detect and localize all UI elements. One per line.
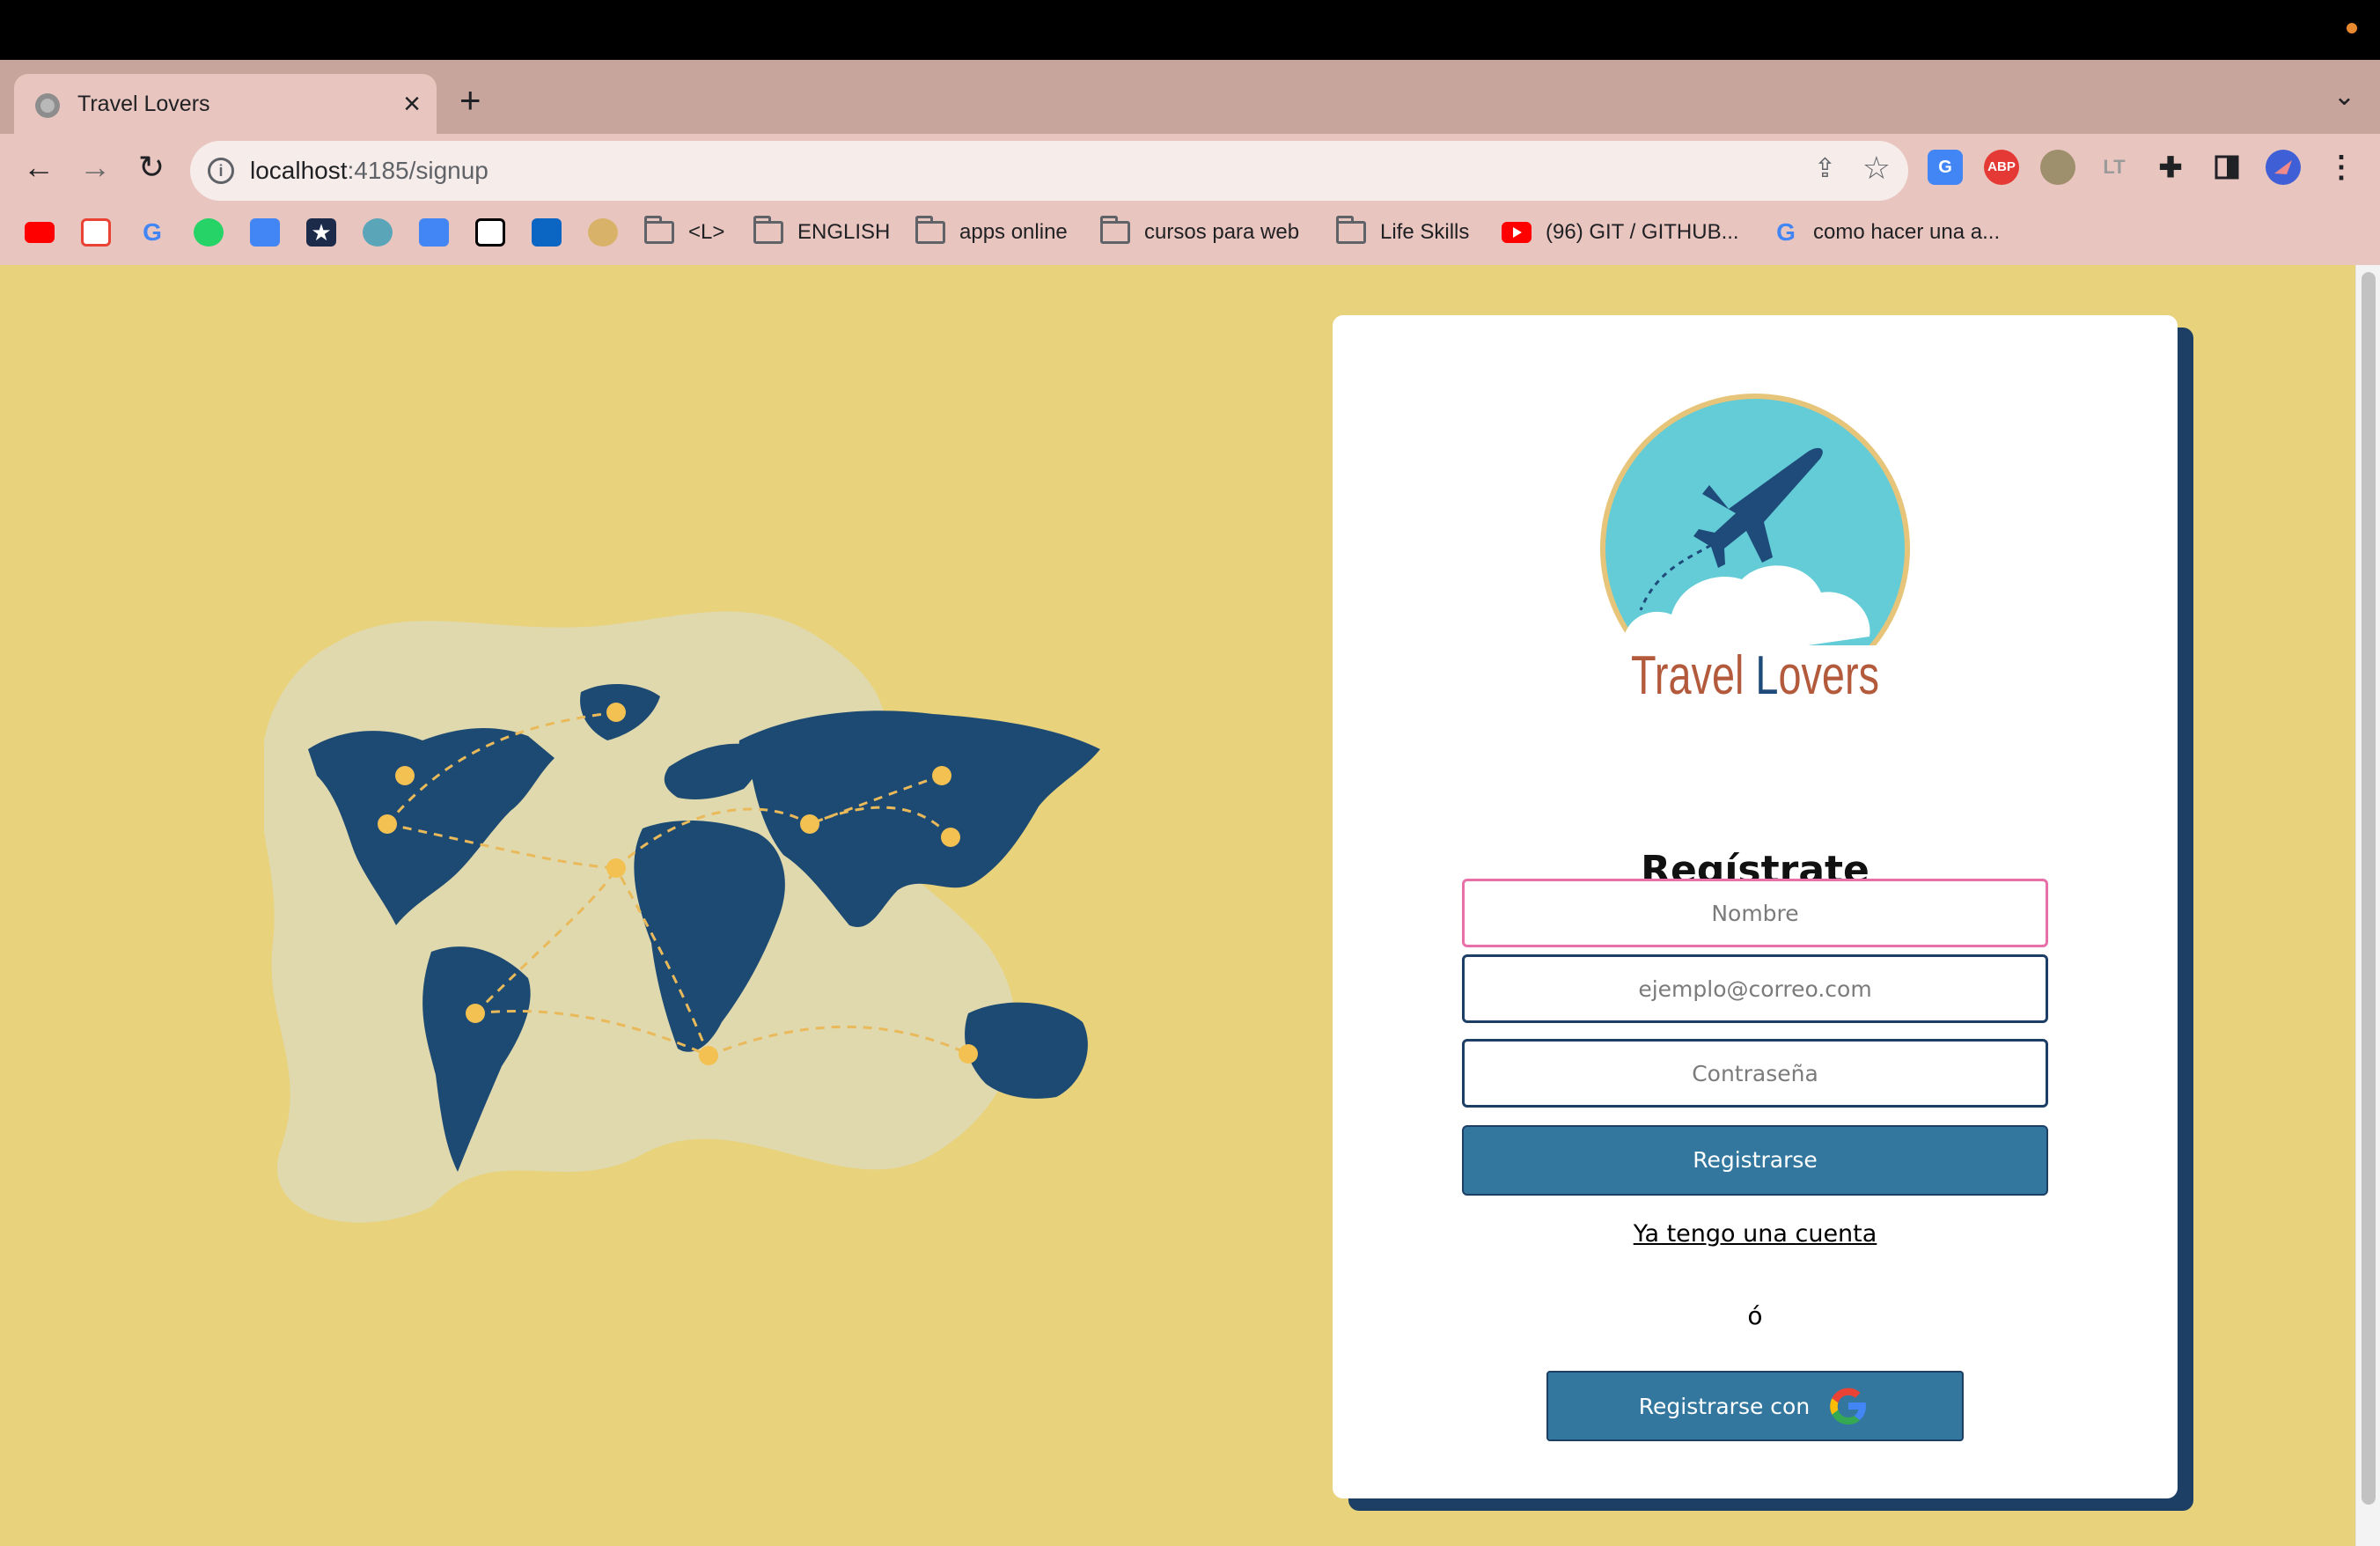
bookmark-folder-english[interactable]: ENGLISH — [753, 215, 890, 250]
browser-menu-icon[interactable]: ⋮ — [2324, 150, 2359, 185]
bookmark-folder-cursos[interactable]: cursos para web — [1100, 215, 1299, 250]
page-content: Travel Lovers Regístrate Registrarse Ya … — [0, 265, 2355, 1546]
login-link[interactable]: Ya tengo una cuenta — [1634, 1220, 1877, 1248]
folder-icon — [1100, 216, 1130, 244]
address-bar[interactable]: i localhost:4185/signup ⇪ ☆ — [190, 141, 1908, 201]
google-signup-label: Registrarse con — [1638, 1393, 1811, 1419]
scrollbar-thumb[interactable] — [2362, 272, 2376, 1505]
name-field[interactable] — [1462, 879, 2048, 947]
bookmark-folder-life-skills[interactable]: Life Skills — [1336, 215, 1469, 250]
google-signup-button[interactable]: Registrarse con — [1546, 1371, 1964, 1441]
folder-icon — [1336, 216, 1366, 244]
share-icon[interactable]: ⇪ — [1814, 153, 1836, 184]
navigation-row: ← → ↻ i localhost:4185/signup ⇪ ☆ G ABP … — [0, 134, 2380, 201]
back-arrow-icon[interactable]: ← — [14, 143, 63, 192]
youtube-icon — [1502, 222, 1532, 243]
google-translate-icon[interactable]: G — [1928, 150, 1963, 185]
check-bookmark-icon[interactable] — [363, 218, 393, 247]
folder-icon — [753, 216, 783, 244]
google-bookmark-icon[interactable]: G — [137, 218, 167, 247]
bookmark-folder-apps-online[interactable]: apps online — [915, 215, 1068, 250]
bookmark-como-hacer[interactable]: Gcomo hacer una a... — [1773, 215, 2000, 250]
calendar-bookmark-icon[interactable] — [419, 218, 449, 247]
active-tab[interactable]: Travel Lovers × — [14, 74, 437, 134]
svg-text:Travel Lovers: Travel Lovers — [1631, 645, 1879, 706]
profile-avatar-icon[interactable] — [2266, 150, 2301, 185]
bookmark-folder-l[interactable]: <L> — [644, 215, 724, 250]
translate-bookmark-icon[interactable] — [250, 218, 280, 247]
google-icon: G — [1776, 218, 1796, 246]
owl-extension-icon[interactable] — [2040, 150, 2075, 185]
email-field[interactable] — [1462, 954, 2048, 1023]
adblock-plus-icon[interactable]: ABP — [1984, 150, 2019, 185]
google-g-icon — [1830, 1388, 1867, 1425]
forward-arrow-icon[interactable]: → — [70, 143, 120, 192]
notification-dot — [2347, 23, 2357, 33]
whatsapp-bookmark-icon[interactable] — [194, 218, 224, 247]
bookmark-git-github[interactable]: (96) GIT / GITHUB... — [1502, 215, 1739, 250]
globe-favicon-icon — [35, 93, 60, 118]
notion-bookmark-icon[interactable] — [475, 218, 505, 247]
browser-chrome: Travel Lovers × + ⌄ ← → ↻ i localhost:41… — [0, 60, 2380, 265]
gmail-bookmark-icon[interactable] — [81, 218, 111, 247]
youtube-bookmark-icon[interactable] — [25, 222, 55, 243]
folder-icon — [644, 216, 674, 244]
password-field[interactable] — [1462, 1039, 2048, 1108]
linkedin-bookmark-icon[interactable] — [532, 218, 562, 247]
site-info-icon[interactable]: i — [208, 158, 234, 184]
travel-lovers-logo: Travel Lovers — [1597, 394, 1914, 707]
languagetool-icon[interactable]: LT — [2097, 150, 2132, 185]
url-text[interactable]: localhost:4185/signup — [250, 157, 488, 185]
tab-strip: Travel Lovers × + ⌄ — [0, 60, 2380, 134]
folder-icon — [915, 216, 945, 244]
or-separator: ó — [1747, 1301, 1763, 1330]
bookmark-star-icon[interactable]: ☆ — [1862, 150, 1891, 187]
puzzle-extensions-icon[interactable]: ✚ — [2153, 150, 2188, 185]
tab-search-chevron-icon[interactable]: ⌄ — [2333, 81, 2355, 112]
system-top-bar — [0, 0, 2380, 60]
register-button[interactable]: Registrarse — [1462, 1125, 2048, 1196]
reload-icon[interactable]: ↻ — [127, 143, 176, 192]
page-scrollbar[interactable] — [2355, 265, 2380, 1546]
bookmarks-bar: G ★ <L> ENGLISH apps online cursos para … — [0, 201, 2380, 265]
signup-card: Travel Lovers Regístrate Registrarse Ya … — [1333, 315, 2178, 1498]
tab-close-icon[interactable]: × — [403, 86, 421, 121]
world-map-illustration — [264, 611, 1100, 1223]
avatar-bookmark-icon[interactable] — [588, 218, 618, 247]
tab-title: Travel Lovers — [77, 92, 210, 116]
new-tab-button[interactable]: + — [459, 82, 481, 119]
star-bookmark-icon[interactable]: ★ — [306, 218, 336, 247]
side-panel-icon[interactable] — [2209, 150, 2244, 185]
login-link-wrap: Ya tengo una cuenta — [1333, 1220, 2178, 1248]
